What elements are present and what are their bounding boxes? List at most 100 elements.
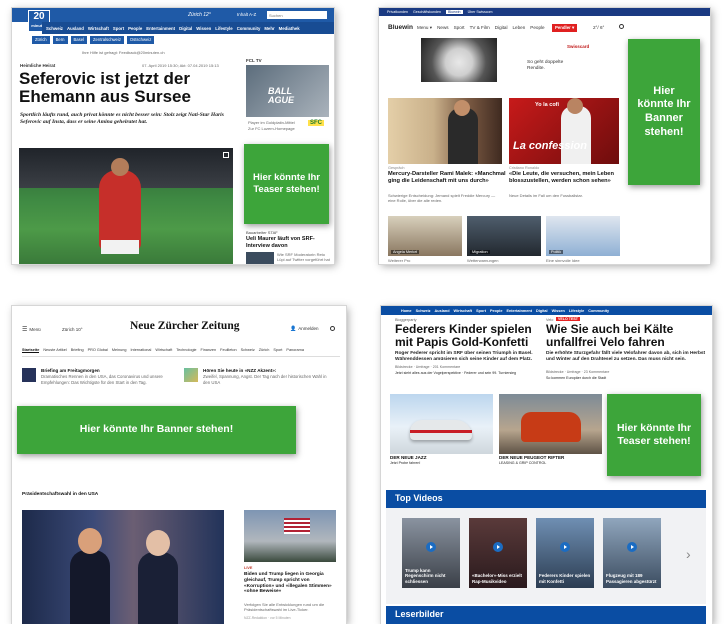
nav-pro-global[interactable]: PRO Global: [88, 348, 108, 353]
menu-digital[interactable]: Digital: [495, 25, 508, 31]
login-button[interactable]: 👤 Anmelden: [290, 326, 319, 332]
nav-item-mediathek[interactable]: Mediathek: [279, 26, 300, 31]
menu-tv-film[interactable]: TV & Film: [470, 25, 490, 31]
video-card-2[interactable]: «Bachelor»-Miss erzielt Rap-Musikvideo: [469, 518, 527, 588]
car2-headline[interactable]: DER NEUE PEUGEOT RIFTER: [499, 455, 564, 460]
menu-leben[interactable]: Leben: [513, 25, 526, 31]
lead-photo[interactable]: [22, 510, 224, 624]
subnav-bern[interactable]: Bern: [52, 36, 68, 44]
nav-wirtschaft[interactable]: Wirtschaft: [155, 348, 172, 353]
teaser-placeholder[interactable]: Hier könnte Ihr Teaser stehen!: [244, 144, 329, 224]
nav-wissen[interactable]: Wissen: [552, 309, 565, 313]
nav-feuilleton[interactable]: Feuilleton: [220, 348, 236, 353]
left-meta-2[interactable]: Jetzt sieht alles aus der Vogelperspekti…: [395, 371, 555, 376]
nav-panorama[interactable]: Panorama: [286, 348, 304, 353]
nav-schweiz[interactable]: Schweiz: [416, 309, 431, 313]
side-thumb[interactable]: [246, 252, 274, 264]
tab-bluewin[interactable]: Bluewin: [445, 10, 463, 14]
right-meta-1[interactable]: Bildstrecke · Umfrage · 23 Kommentare: [546, 370, 706, 375]
banner-placeholder[interactable]: Hier könnte Ihr Banner stehen!: [628, 39, 700, 185]
feedback-line[interactable]: Ihre Hilfe ist gefragt: Feedback@20minut…: [82, 50, 165, 55]
nav-schweiz[interactable]: Schweiz: [241, 348, 255, 353]
right-headline[interactable]: Wie Sie auch bei Kälte unfallfrei Velo f…: [546, 323, 708, 349]
story2-headline[interactable]: «Die Leute, die versuchen, mein Leben bl…: [509, 171, 621, 185]
bottom-link-2[interactable]: Wetterwarnungen: [467, 258, 499, 263]
bottom-link-1[interactable]: Weiterer Pro: [388, 258, 410, 263]
az-link[interactable]: Inhalt A-Z: [237, 12, 256, 17]
nav-meinung[interactable]: Meinung: [112, 348, 127, 353]
subnav-ostschweiz[interactable]: Ostschweiz: [126, 36, 155, 44]
story1-photo[interactable]: [388, 98, 502, 164]
car-ad-2[interactable]: [499, 394, 602, 454]
side-photo[interactable]: [244, 510, 336, 562]
nav-item-sport[interactable]: Sport: [113, 26, 124, 31]
search-icon[interactable]: [619, 24, 624, 29]
right-meta-2[interactable]: So kommen Europäer durch die Stadt: [546, 376, 706, 381]
nav-digital[interactable]: Digital: [536, 309, 548, 313]
nav-ausland[interactable]: Ausland: [435, 309, 450, 313]
expand-icon[interactable]: [223, 152, 229, 158]
car-ad-1[interactable]: [390, 394, 493, 454]
side-video[interactable]: BALL AGUE: [246, 65, 329, 117]
nav-item-ausland[interactable]: Ausland: [67, 26, 84, 31]
thumb1-photo[interactable]: Angela Merkel: [388, 216, 462, 256]
story2-photo[interactable]: Yo la cofi La confession: [509, 98, 619, 164]
play-icon[interactable]: [627, 542, 637, 552]
menu-people[interactable]: People: [530, 25, 544, 31]
side-link-1[interactable]: Player im Goldplatin-Mittel: [248, 120, 295, 125]
car2-text[interactable]: LEASING & GRIP CONTROL: [499, 461, 546, 466]
pendeln-button[interactable]: Pendler ▾: [552, 24, 578, 32]
nav-community[interactable]: Community: [588, 309, 609, 313]
briefing-headline[interactable]: Briefing am Freitagmorgen: [41, 368, 100, 373]
search-input[interactable]: [267, 11, 327, 19]
nav-international[interactable]: International: [130, 348, 151, 353]
left-headline[interactable]: Federers Kinder spielen mit Papis Gold-K…: [395, 323, 551, 349]
thumb2-photo[interactable]: Migration: [467, 216, 541, 256]
search-icon[interactable]: [330, 326, 335, 331]
nav-briefing[interactable]: Briefing: [71, 348, 84, 353]
subnav-basel[interactable]: Basel: [70, 36, 87, 44]
nav-people[interactable]: People: [490, 309, 502, 313]
tab-geschaeftskunden[interactable]: Geschäftskunden: [413, 10, 441, 14]
menu-button[interactable]: ☰ Menü: [22, 326, 41, 333]
nav-entertainment[interactable]: Entertainment: [506, 309, 532, 313]
side-headline[interactable]: Ueli Maurer läuft von SRF-Interview davo…: [246, 236, 331, 249]
play-icon[interactable]: [426, 542, 436, 552]
video-card-4[interactable]: Flugzeug mit 189 Passagieren abgestürzt: [603, 518, 661, 588]
podcast-headline[interactable]: Hören Sie heute in «NZZ Akzent»:: [203, 368, 276, 373]
nav-item-wirtschaft[interactable]: Wirtschaft: [88, 26, 109, 31]
car1-headline[interactable]: DER NEUE JAZZ: [390, 455, 427, 460]
nav-technologie[interactable]: Technologie: [176, 348, 196, 353]
weather-widget[interactable]: Zürich 10°: [62, 327, 83, 332]
teaser-placeholder[interactable]: Hier könnte Ihr Teaser stehen!: [607, 394, 701, 476]
article-photo[interactable]: [19, 148, 233, 264]
next-arrow-icon[interactable]: ›: [686, 546, 691, 562]
weather-widget[interactable]: 2°/ 6°: [593, 25, 604, 30]
subnav-zurich[interactable]: Zürich: [32, 36, 50, 44]
nav-item-mehr[interactable]: Mehr: [264, 26, 274, 31]
left-meta-1[interactable]: Bildstrecke · Umfrage · 201 Kommentare: [395, 365, 545, 370]
story1-headline[interactable]: Mercury-Darsteller Rami Malek: «Manchmal…: [388, 171, 506, 185]
nav-home[interactable]: Home: [401, 309, 412, 313]
nav-item-people[interactable]: People: [128, 26, 142, 31]
thumb3-photo[interactable]: Politik: [546, 216, 620, 256]
nav-wirtschaft[interactable]: Wirtschaft: [454, 309, 473, 313]
video-card-1[interactable]: Trump kann Regenschirm nicht schliessen: [402, 518, 460, 588]
side-link-2[interactable]: Zur FC Luzern-Homepage: [248, 126, 295, 131]
menu-toggle[interactable]: Menu ▾: [417, 25, 432, 31]
menu-sport[interactable]: Sport: [454, 25, 465, 31]
nav-item-digital[interactable]: Digital: [179, 26, 192, 31]
nav-item-schweiz[interactable]: Schweiz: [46, 26, 63, 31]
nav-item-community[interactable]: Community: [237, 26, 261, 31]
nav-sport[interactable]: Sport: [273, 348, 282, 353]
weather-widget[interactable]: Zürich 12°: [188, 12, 211, 18]
nav-neuste[interactable]: Neuste Artikel: [43, 348, 66, 353]
nav-item-wissen[interactable]: Wissen: [196, 26, 211, 31]
nav-finanzen[interactable]: Finanzen: [201, 348, 217, 353]
video-card-3[interactable]: Federers Kinder spielen mit Konfetti: [536, 518, 594, 588]
nav-sport[interactable]: Sport: [476, 309, 486, 313]
ad-text[interactable]: So geht doppelte Rendite.: [527, 60, 577, 72]
nav-item-lifestyle[interactable]: Lifestyle: [215, 26, 232, 31]
subnav-zentralschweiz[interactable]: Zentralschweiz: [89, 36, 124, 44]
nav-zurich[interactable]: Zürich: [259, 348, 270, 353]
